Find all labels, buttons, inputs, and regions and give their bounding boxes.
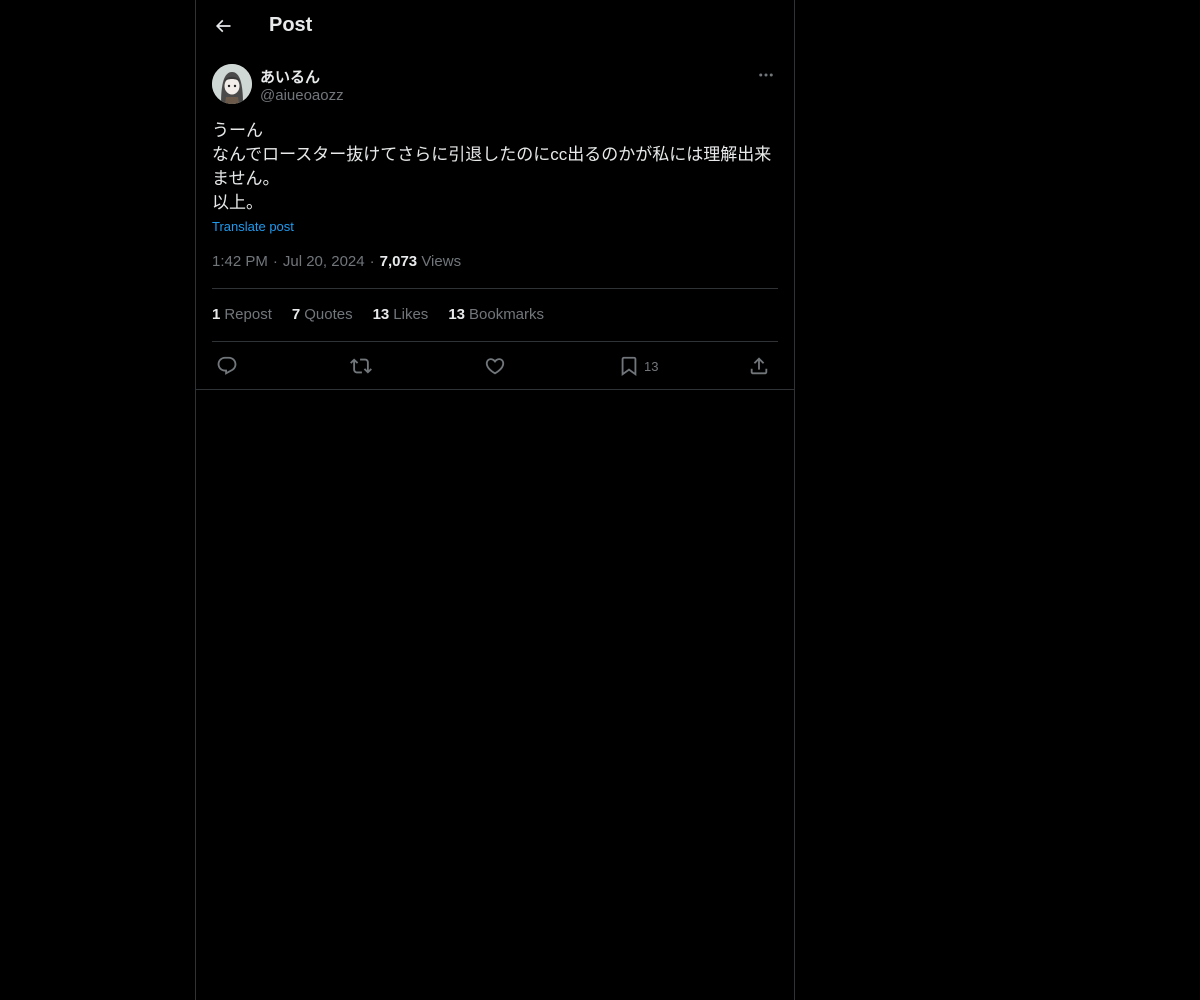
stat-label: Repost [224, 306, 272, 323]
bookmark-button[interactable]: 13 [618, 354, 658, 378]
heart-icon [485, 358, 505, 375]
share-button[interactable] [748, 354, 770, 378]
share-icon [750, 357, 768, 375]
page-title: Post [269, 14, 313, 36]
repost-button[interactable] [350, 354, 372, 378]
post-date[interactable]: Jul 20, 2024 [283, 253, 365, 270]
back-button[interactable] [206, 9, 240, 43]
reply-button[interactable] [216, 354, 238, 378]
more-options-button[interactable] [754, 64, 778, 86]
bookmark-icon [621, 356, 637, 377]
meta-separator: · [369, 253, 375, 270]
author-handle[interactable]: @aiueoaozz [260, 87, 344, 104]
author-display-name[interactable]: あいるん [260, 66, 320, 87]
divider [212, 288, 778, 289]
repost-icon [350, 358, 372, 374]
stat-count: 1 [212, 306, 221, 323]
like-button[interactable] [484, 354, 506, 378]
action-bar: 13 [212, 350, 778, 382]
views-count: 7,073 [379, 253, 418, 270]
post-author: あいるん @aiueoaozz [212, 64, 778, 108]
stat-likes[interactable]: 13 Likes [373, 306, 429, 323]
stat-reposts[interactable]: 1 Repost [212, 306, 272, 323]
stat-count: 13 [372, 306, 390, 323]
avatar[interactable] [212, 64, 252, 104]
avatar-illustration-icon [212, 64, 252, 104]
post-time[interactable]: 1:42 PM [212, 253, 268, 270]
post-bottom-border [196, 389, 794, 390]
post-body-text: うーん なんでロースター抜けてさらに引退したのにcc出るのかが私には理解出来ませ… [212, 121, 772, 212]
stat-label: Bookmarks [469, 306, 545, 323]
stat-bookmarks[interactable]: 13 Bookmarks [448, 306, 544, 323]
stat-label: Quotes [304, 306, 353, 323]
meta-separator: · [272, 253, 278, 270]
primary-column: Post あいるん @aiueoaozz うーん なんでロースター抜けてさらに引… [195, 0, 795, 1000]
stat-quotes[interactable]: 7 Quotes [292, 306, 353, 323]
stat-count: 7 [291, 306, 301, 323]
post-stats: 1 Repost 7 Quotes 13 Likes 13 Bookmarks [212, 306, 564, 323]
bookmark-count: 13 [644, 358, 659, 374]
stat-count: 13 [448, 306, 465, 323]
divider [212, 341, 778, 342]
stat-label: Likes [393, 306, 429, 323]
header-bar: Post [196, 0, 794, 54]
views-label: Views [421, 253, 462, 270]
post-metadata: 1:42 PM · Jul 20, 2024 · 7,073 Views [212, 253, 461, 270]
arrow-left-icon [215, 19, 231, 33]
reply-icon [217, 356, 237, 375]
more-horizontal-icon [759, 73, 773, 77]
translate-post-link[interactable]: Translate post [212, 219, 294, 234]
